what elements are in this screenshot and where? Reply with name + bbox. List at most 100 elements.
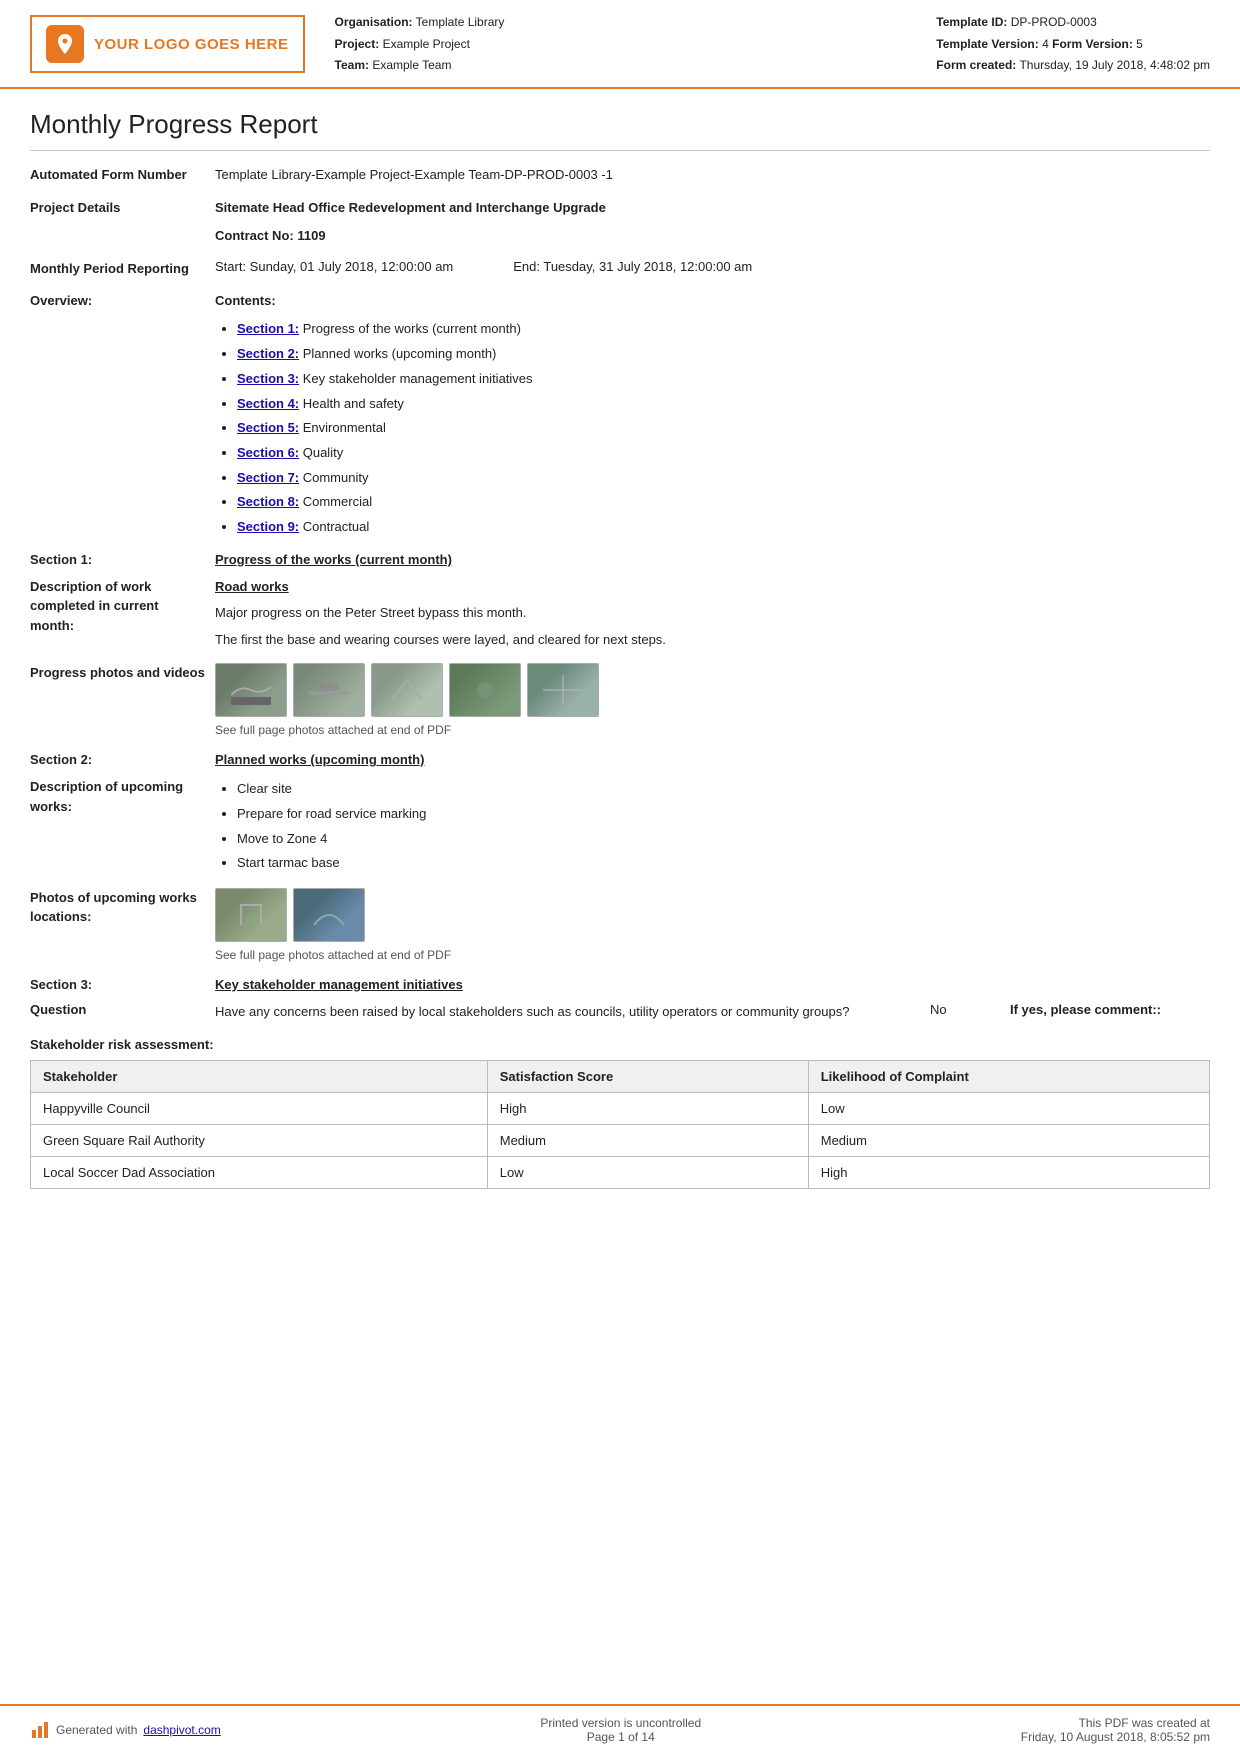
stakeholder-table: Stakeholder Satisfaction Score Likelihoo… — [30, 1060, 1210, 1189]
footer-dashpivot-link[interactable]: dashpivot.com — [143, 1723, 220, 1737]
form-version-label: Form Version: — [1052, 37, 1133, 51]
upcoming-photo-thumb-2[interactable] — [293, 888, 365, 942]
contract-line: Contract No: 1109 — [215, 226, 1210, 247]
progress-photos-content: See full page photos attached at end of … — [215, 663, 1210, 740]
table-header-stakeholder: Stakeholder — [31, 1060, 488, 1092]
list-item: Section 4: Health and safety — [237, 392, 1210, 417]
project-value: Example Project — [383, 37, 470, 51]
monthly-period-row: Monthly Period Reporting Start: Sunday, … — [30, 259, 1210, 279]
section1-text: Progress of the works (current month) — [299, 321, 521, 336]
contents-label: Contents: — [215, 291, 1210, 312]
content: Monthly Progress Report Automated Form N… — [0, 89, 1240, 1684]
page: YOUR LOGO GOES HERE Organisation: Templa… — [0, 0, 1240, 1754]
list-item: Section 5: Environmental — [237, 416, 1210, 441]
road-works-text2: The first the base and wearing courses w… — [215, 630, 1210, 651]
project-label: Project: — [335, 37, 380, 51]
form-version-value: 5 — [1136, 37, 1143, 51]
section7-link[interactable]: Section 7: — [237, 470, 299, 485]
question-text: Have any concerns been raised by local s… — [215, 1002, 910, 1023]
logo-area: YOUR LOGO GOES HERE — [30, 15, 305, 73]
list-item: Section 3: Key stakeholder management in… — [237, 367, 1210, 392]
header-meta-left: Organisation: Template Library Project: … — [335, 12, 505, 77]
upcoming-desc-content: Clear site Prepare for road service mark… — [215, 777, 1210, 876]
question-content: Have any concerns been raised by local s… — [215, 1002, 1210, 1023]
photo-thumb-4[interactable] — [449, 663, 521, 717]
automated-form-label: Automated Form Number — [30, 165, 215, 185]
section3-label: Section 3: — [30, 977, 215, 992]
contract-value: 1109 — [297, 228, 325, 243]
list-item: Section 8: Commercial — [237, 490, 1210, 515]
section2-title: Planned works (upcoming month) — [215, 752, 1210, 767]
question-label: Question — [30, 1002, 215, 1017]
table-cell: Low — [808, 1092, 1209, 1124]
header-meta-right: Template ID: DP-PROD-0003 Template Versi… — [936, 12, 1210, 77]
question-row: Question Have any concerns been raised b… — [30, 1002, 1210, 1023]
upcoming-photos-caption: See full page photos attached at end of … — [215, 946, 1210, 965]
section2-link[interactable]: Section 2: — [237, 346, 299, 361]
upcoming-list: Clear site Prepare for road service mark… — [215, 777, 1210, 876]
photo-thumb-3[interactable] — [371, 663, 443, 717]
section6-text: Quality — [299, 445, 343, 460]
footer-pdf-line1: This PDF was created at — [1021, 1716, 1210, 1730]
table-cell: High — [487, 1092, 808, 1124]
section8-text: Commercial — [299, 494, 372, 509]
footer: Generated with dashpivot.com Printed ver… — [0, 1704, 1240, 1754]
section5-link[interactable]: Section 5: — [237, 420, 299, 435]
table-cell: Low — [487, 1156, 808, 1188]
form-created-value: Thursday, 19 July 2018, 4:48:02 pm — [1019, 58, 1210, 72]
table-cell: Local Soccer Dad Association — [31, 1156, 488, 1188]
section2-header-row: Section 2: Planned works (upcoming month… — [30, 752, 1210, 767]
upcoming-photos-row: Photos of upcoming works locations: See … — [30, 888, 1210, 965]
desc-work-label: Description of work completed in current… — [30, 577, 215, 636]
list-item: Section 2: Planned works (upcoming month… — [237, 342, 1210, 367]
list-item: Prepare for road service marking — [237, 802, 1210, 827]
footer-left: Generated with dashpivot.com — [30, 1720, 221, 1740]
list-item: Section 6: Quality — [237, 441, 1210, 466]
section3-link[interactable]: Section 3: — [237, 371, 299, 386]
section3-text: Key stakeholder management initiatives — [299, 371, 532, 386]
monthly-end: End: Tuesday, 31 July 2018, 12:00:00 am — [513, 259, 752, 274]
table-cell: Medium — [808, 1124, 1209, 1156]
contract-label: Contract No: — [215, 228, 294, 243]
overview-row: Overview: Contents: Section 1: Progress … — [30, 291, 1210, 540]
monthly-period-value: Start: Sunday, 01 July 2018, 12:00:00 am… — [215, 259, 1210, 274]
section5-text: Environmental — [299, 420, 386, 435]
desc-work-content: Road works Major progress on the Peter S… — [215, 577, 1210, 651]
section9-text: Contractual — [299, 519, 369, 534]
upcoming-desc-row: Description of upcoming works: Clear sit… — [30, 777, 1210, 876]
report-title: Monthly Progress Report — [30, 109, 1210, 151]
section9-link[interactable]: Section 9: — [237, 519, 299, 534]
project-details-label: Project Details — [30, 198, 215, 218]
section4-link[interactable]: Section 4: — [237, 396, 299, 411]
header-meta: Organisation: Template Library Project: … — [335, 12, 1210, 77]
table-header-row: Stakeholder Satisfaction Score Likelihoo… — [31, 1060, 1210, 1092]
upcoming-photos-content: See full page photos attached at end of … — [215, 888, 1210, 965]
question-no: No — [930, 1002, 990, 1017]
list-item: Start tarmac base — [237, 851, 1210, 876]
photo-thumb-5[interactable] — [527, 663, 599, 717]
automated-form-row: Automated Form Number Template Library-E… — [30, 165, 1210, 186]
section1-link[interactable]: Section 1: — [237, 321, 299, 336]
dashpivot-icon — [30, 1720, 50, 1740]
section8-link[interactable]: Section 8: — [237, 494, 299, 509]
table-row: Happyville Council High Low — [31, 1092, 1210, 1124]
photos-caption: See full page photos attached at end of … — [215, 721, 1210, 740]
section2-label: Section 2: — [30, 752, 215, 767]
overview-content: Contents: Section 1: Progress of the wor… — [215, 291, 1210, 540]
template-version-value: 4 — [1042, 37, 1049, 51]
section1-title: Progress of the works (current month) — [215, 552, 1210, 567]
photo-thumb-1[interactable] — [215, 663, 287, 717]
section6-link[interactable]: Section 6: — [237, 445, 299, 460]
section1-header-row: Section 1: Progress of the works (curren… — [30, 552, 1210, 567]
desc-work-row: Description of work completed in current… — [30, 577, 1210, 651]
section2-text: Planned works (upcoming month) — [299, 346, 496, 361]
template-id-label: Template ID: — [936, 15, 1007, 29]
monthly-start: Start: Sunday, 01 July 2018, 12:00:00 am — [215, 259, 453, 274]
automated-form-value: Template Library-Example Project-Example… — [215, 165, 1210, 186]
project-details-value: Sitemate Head Office Redevelopment and I… — [215, 198, 1210, 219]
team-value: Example Team — [372, 58, 451, 72]
table-cell: Green Square Rail Authority — [31, 1124, 488, 1156]
upcoming-photo-thumbnails — [215, 888, 1210, 942]
photo-thumb-2[interactable] — [293, 663, 365, 717]
upcoming-photo-thumb-1[interactable] — [215, 888, 287, 942]
